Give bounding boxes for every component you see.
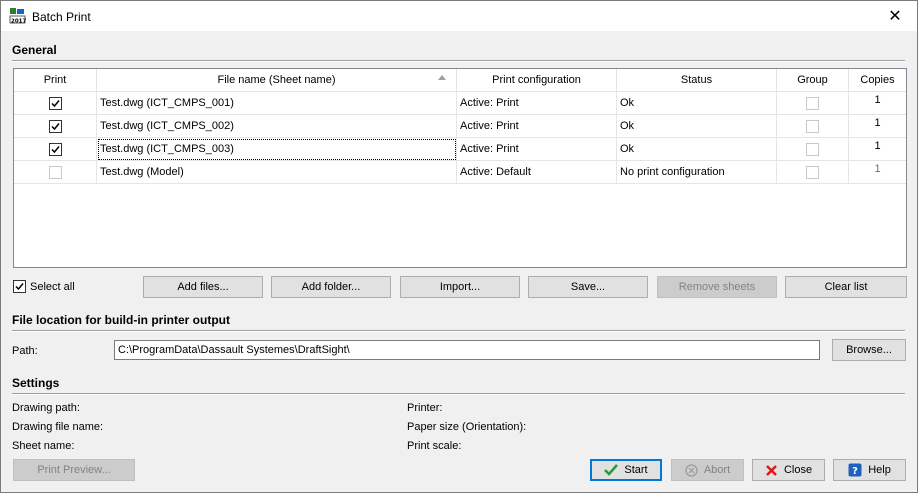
paper-size-label: Paper size (Orientation): <box>407 421 527 433</box>
group-checkbox <box>806 165 819 179</box>
file-location-section-title: File location for build-in printer outpu… <box>12 313 230 327</box>
print-cell <box>14 138 97 161</box>
abort-button-label: Abort <box>703 464 731 476</box>
file-location-divider <box>12 330 905 332</box>
abort-icon <box>685 463 698 477</box>
drawing-file-name-label: Drawing file name: <box>12 421 104 433</box>
clear-list-button[interactable]: Clear list <box>785 276 907 298</box>
general-section-title: General <box>12 43 57 57</box>
file-name-cell: Test.dwg (ICT_CMPS_001) <box>97 92 457 115</box>
close-button-label: Close <box>783 464 813 476</box>
print-checkbox[interactable] <box>48 96 62 110</box>
print-configuration-cell[interactable]: Active: Print <box>457 115 617 138</box>
print-cell <box>14 161 97 184</box>
sheets-table[interactable]: Print File name (Sheet name) Print confi… <box>13 68 907 268</box>
start-button-label: Start <box>624 464 648 476</box>
help-button-label: Help <box>868 464 891 476</box>
column-header-print[interactable]: Print <box>14 69 97 92</box>
sort-ascending-icon <box>438 75 446 80</box>
column-header-file-name-label: File name (Sheet name) <box>217 74 336 86</box>
settings-section-title: Settings <box>12 376 60 390</box>
table-row[interactable]: Test.dwg (ICT_CMPS_001) Active: Print Ok… <box>14 92 906 115</box>
copies-cell[interactable]: 1 <box>849 138 906 161</box>
remove-sheets-button: Remove sheets <box>657 276 777 298</box>
print-cell <box>14 92 97 115</box>
save-button[interactable]: Save... <box>528 276 648 298</box>
column-header-print-configuration[interactable]: Print configuration <box>457 69 617 92</box>
copies-cell[interactable]: 1 <box>849 115 906 138</box>
print-cell <box>14 115 97 138</box>
close-button[interactable]: Close <box>752 459 825 481</box>
status-cell: Ok <box>617 92 777 115</box>
print-checkbox <box>48 165 62 179</box>
group-checkbox <box>806 119 819 133</box>
sheet-name-label: Sheet name: <box>12 440 75 452</box>
print-configuration-cell[interactable]: Active: Default <box>457 161 617 184</box>
column-header-file-name[interactable]: File name (Sheet name) <box>97 69 457 92</box>
draftsight-app-icon: 2017 <box>9 7 26 25</box>
print-preview-button: Print Preview... <box>13 459 135 481</box>
group-checkbox <box>806 96 819 110</box>
path-label: Path: <box>12 345 38 357</box>
group-cell <box>777 161 849 184</box>
file-name-cell: Test.dwg (ICT_CMPS_002) <box>97 115 457 138</box>
status-cell: Ok <box>617 138 777 161</box>
file-name-cell: Test.dwg (ICT_CMPS_003) <box>97 138 457 161</box>
file-name-cell: Test.dwg (Model) <box>97 161 457 184</box>
column-header-status[interactable]: Status <box>617 69 777 92</box>
window-title: Batch Print <box>32 10 91 24</box>
settings-divider <box>12 393 905 395</box>
path-input[interactable]: C:\ProgramData\Dassault Systemes\DraftSi… <box>114 340 820 360</box>
status-cell: No print configuration <box>617 161 777 184</box>
printer-label: Printer: <box>407 402 443 414</box>
print-scale-label: Print scale: <box>407 440 462 452</box>
column-header-group[interactable]: Group <box>777 69 849 92</box>
abort-button: Abort <box>671 459 744 481</box>
print-configuration-cell[interactable]: Active: Print <box>457 92 617 115</box>
group-cell <box>777 138 849 161</box>
select-all-label[interactable]: Select all <box>30 281 75 293</box>
browse-button[interactable]: Browse... <box>832 339 906 361</box>
title-bar: 2017 Batch Print ✕ <box>1 1 917 31</box>
general-divider <box>12 60 905 62</box>
table-row[interactable]: Test.dwg (ICT_CMPS_002) Active: Print Ok… <box>14 115 906 138</box>
help-button[interactable]: ? Help <box>833 459 906 481</box>
batch-print-window: 2017 Batch Print ✕ General Print File na… <box>0 0 918 493</box>
drawing-path-label: Drawing path: <box>12 402 80 414</box>
help-icon: ? <box>848 463 862 477</box>
group-cell <box>777 115 849 138</box>
print-checkbox[interactable] <box>48 142 62 156</box>
group-cell <box>777 92 849 115</box>
column-header-copies[interactable]: Copies <box>849 69 906 92</box>
print-configuration-cell[interactable]: Active: Print <box>457 138 617 161</box>
add-folder-button[interactable]: Add folder... <box>271 276 391 298</box>
add-files-button[interactable]: Add files... <box>143 276 263 298</box>
print-checkbox[interactable] <box>48 119 62 133</box>
table-row[interactable]: Test.dwg (Model) Active: Default No prin… <box>14 161 906 184</box>
table-row[interactable]: Test.dwg (ICT_CMPS_003) Active: Print Ok… <box>14 138 906 161</box>
copies-cell: 1 <box>849 161 906 184</box>
close-window-icon[interactable]: ✕ <box>873 1 917 31</box>
checkmark-icon <box>604 464 619 476</box>
group-checkbox <box>806 142 819 156</box>
import-button[interactable]: Import... <box>400 276 520 298</box>
status-cell: Ok <box>617 115 777 138</box>
copies-cell[interactable]: 1 <box>849 92 906 115</box>
svg-text:?: ? <box>852 466 858 477</box>
close-x-icon <box>765 464 778 477</box>
svg-text:2017: 2017 <box>11 19 26 25</box>
select-all-checkbox[interactable] <box>13 280 26 293</box>
start-button[interactable]: Start <box>590 459 662 481</box>
